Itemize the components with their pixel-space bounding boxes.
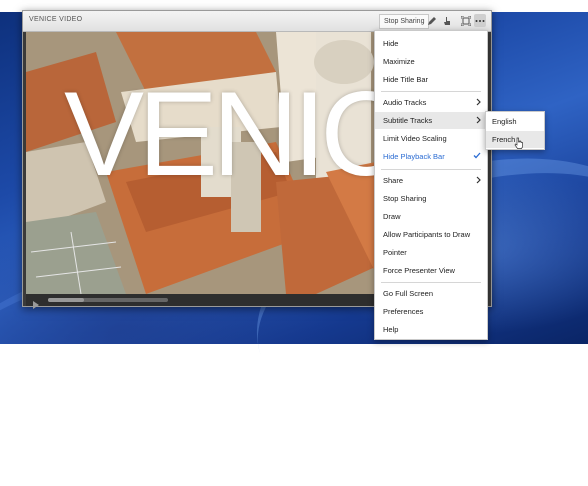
menu-item-help[interactable]: Help [375,321,487,338]
fullscreen-icon[interactable] [460,14,472,27]
menu-separator [381,169,481,170]
menu-item-force-presenter-view[interactable]: Force Presenter View [375,262,487,279]
window-title: VENICE VIDEO [29,16,83,23]
menu-item-go-full-screen[interactable]: Go Full Screen [375,285,487,302]
menu-item-share[interactable]: Share [375,172,487,189]
menu-item-allow-participants-to-draw[interactable]: Allow Participants to Draw [375,226,487,243]
menu-item-draw[interactable]: Draw [375,208,487,225]
menu-item-maximize[interactable]: Maximize [375,53,487,70]
menu-item-hide[interactable]: Hide [375,35,487,52]
menu-item-pointer[interactable]: Pointer [375,244,487,261]
menu-item-audio-tracks[interactable]: Audio Tracks [375,94,487,111]
menu-item-subtitle-tracks[interactable]: Subtitle Tracks [375,112,487,129]
menu-item-stop-sharing[interactable]: Stop Sharing [375,190,487,207]
menu-item-hide-title-bar[interactable]: Hide Title Bar [375,71,487,88]
pencil-icon[interactable] [426,14,438,27]
menu-separator [381,91,481,92]
title-bar: VENICE VIDEO Stop Sharing [23,11,491,32]
video-overlay-title: VENIC [64,67,407,201]
menu-item-preferences[interactable]: Preferences [375,303,487,320]
chevron-right-icon [476,176,481,186]
pointer-hand-icon[interactable] [441,14,453,27]
play-icon[interactable] [32,296,40,314]
menu-separator [381,282,481,283]
options-menu: Hide Maximize Hide Title Bar Audio Track… [374,30,488,340]
chevron-right-icon [476,116,481,126]
hand-cursor-icon [514,136,524,154]
more-options-icon[interactable] [474,14,486,27]
progress-fill [48,298,84,302]
chevron-right-icon [476,98,481,108]
checkmark-icon [473,152,481,161]
submenu-item-english[interactable]: English [486,113,544,130]
progress-track[interactable] [48,298,168,302]
menu-item-limit-video-scaling[interactable]: Limit Video Scaling [375,130,487,147]
stop-sharing-button[interactable]: Stop Sharing [379,14,430,29]
menu-item-hide-playback-bar[interactable]: Hide Playback Bar [375,148,487,165]
